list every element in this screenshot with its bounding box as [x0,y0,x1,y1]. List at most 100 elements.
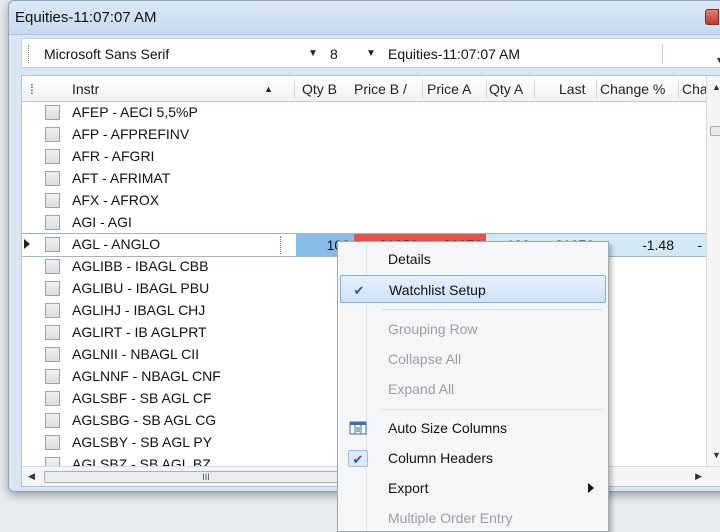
header-separator [422,79,423,99]
row-checkbox[interactable] [45,215,60,230]
instrument-cell: AGI - AGI [72,214,132,230]
context-menu: Details ✔ Watchlist Setup Grouping Row C… [337,241,609,532]
menu-item-grouping-row[interactable]: Grouping Row [340,315,606,343]
row-checkbox[interactable] [45,369,60,384]
column-header-change[interactable]: Cha [682,81,708,97]
row-header-grip-icon: ⁞ [30,81,34,97]
menu-item-multiple-order-entry[interactable]: Multiple Order Entry [340,504,606,532]
font-name-select[interactable]: Microsoft Sans Serif [44,46,169,62]
instrument-cell: AFEP - AECI 5,5%P [72,104,198,120]
window-title: Equities-11:07:07 AM [15,9,157,26]
vertical-scroll-thumb[interactable] [710,126,720,136]
instrument-cell: AGLIRT - IB AGLPRT [72,324,207,340]
font-size-dropdown-icon[interactable]: ▼ [366,48,376,59]
column-header-qty-a[interactable]: Qty A [489,81,523,97]
scroll-down-icon[interactable]: ▼ [712,450,720,460]
menu-item-export[interactable]: Export [340,474,606,502]
column-header-last[interactable]: Last [559,81,585,97]
check-icon: ✔ [348,450,368,467]
horizontal-scroll-thumb[interactable]: III [44,471,368,483]
instrument-cell: AGLNII - NBAGL CII [72,346,200,362]
instrument-cell: AGLIBB - IBAGL CBB [72,258,209,274]
menu-item-label: Column Headers [388,450,494,466]
row-checkbox[interactable] [45,435,60,450]
column-header-instr[interactable]: Instr [72,81,99,97]
change-cell[interactable]: - [678,234,706,256]
row-checkbox[interactable] [45,391,60,406]
instrument-cell: AFR - AFGRI [72,148,155,164]
menu-item-column-headers[interactable]: ✔ Column Headers [340,444,606,472]
instrument-cell: AFT - AFRIMAT [72,170,171,186]
menu-item-expand-all[interactable]: Expand All [340,375,606,403]
row-checkbox[interactable] [45,149,60,164]
menu-item-label: Auto Size Columns [388,420,508,436]
menu-item-label: Export [388,480,429,496]
scroll-up-icon[interactable]: ▲ [712,82,720,92]
instrument-cell: AGLSBY - SB AGL PY [72,434,213,450]
table-row[interactable]: AFP - AFPREFINV [22,124,706,146]
menu-item-label: Expand All [388,381,455,397]
column-header-price-a[interactable]: Price A [427,81,471,97]
menu-item-label: Grouping Row [388,321,478,337]
menu-item-details[interactable]: Details [340,245,606,273]
menu-item-label: Multiple Order Entry [388,510,513,526]
instrument-cell: AFX - AFROX [72,192,160,208]
row-checkbox[interactable] [45,281,60,296]
row-checkbox[interactable] [45,303,60,318]
menu-separator [382,309,602,310]
row-checkbox[interactable] [45,259,60,274]
current-row-marker-icon [24,239,30,249]
header-separator [294,79,295,99]
row-checkbox[interactable] [45,237,60,252]
scroll-right-icon[interactable]: ▶ [695,471,702,482]
column-header-qty-b[interactable]: Qty B [302,81,337,97]
menu-item-label: Collapse All [388,351,462,367]
vertical-scrollbar[interactable]: ▲ ▼ [706,76,720,466]
instrument-cell: AGLNNF - NBAGL CNF [72,368,221,384]
change-pct-cell[interactable]: -1.48 [598,234,678,256]
row-checkbox[interactable] [45,413,60,428]
title-bar[interactable]: Equities-11:07:07 AM [9,1,720,35]
close-button[interactable] [705,9,719,25]
menu-item-label: Watchlist Setup [389,282,486,298]
menu-item-watchlist-setup[interactable]: ✔ Watchlist Setup [340,275,606,303]
instrument-cell: AGLIBU - IBAGL PBU [72,280,210,296]
table-row[interactable]: AFEP - AECI 5,5%P [22,102,706,124]
table-row[interactable]: AFX - AFROX [22,190,706,212]
menu-item-auto-size-columns[interactable]: Auto Size Columns [340,414,606,442]
row-checkbox[interactable] [45,325,60,340]
font-size-select[interactable]: 8 [330,46,338,62]
toolbar-grip[interactable] [28,45,31,63]
menu-separator [382,409,602,410]
header-separator [596,79,597,99]
instrument-cell: AGLSBG - SB AGL CG [72,412,217,428]
column-header-change-pct[interactable]: Change % [600,81,665,97]
auto-size-columns-icon [349,421,367,435]
menu-item-collapse-all[interactable]: Collapse All [340,345,606,373]
column-header-price-b[interactable]: Price B / [354,81,407,97]
instrument-cell: AGLIHJ - IBAGL CHJ [72,302,206,318]
toolbar-overflow-icon[interactable]: ▼ [715,55,720,65]
row-checkbox[interactable] [45,171,60,186]
check-icon: ✔ [353,283,365,298]
row-checkbox[interactable] [45,193,60,208]
view-select[interactable]: Equities-11:07:07 AM [388,46,520,62]
table-row[interactable]: AFT - AFRIMAT [22,168,706,190]
row-checkbox[interactable] [45,105,60,120]
instrument-cell: AFP - AFPREFINV [72,126,190,142]
focus-indicator [280,236,281,254]
table-row[interactable]: AGI - AGI [22,212,706,234]
scroll-left-icon[interactable]: ◀ [28,471,35,482]
header-separator [678,79,679,99]
header-separator [534,79,535,99]
instrument-cell: AGLSBF - SB AGL CF [72,390,212,406]
font-name-dropdown-icon[interactable]: ▼ [308,48,318,59]
row-checkbox[interactable] [45,347,60,362]
format-toolbar: Microsoft Sans Serif ▼ 8 ▼ Equities-11:0… [21,38,720,68]
table-row[interactable]: AFR - AFGRI [22,146,706,168]
submenu-arrow-icon [588,483,594,493]
row-checkbox[interactable] [45,127,60,142]
header-separator [486,79,487,99]
grid-header: ⁞ Instr ▲ Qty B Price B / Price A Qty A … [22,76,708,102]
instrument-cell: AGL - ANGLO [72,236,161,252]
